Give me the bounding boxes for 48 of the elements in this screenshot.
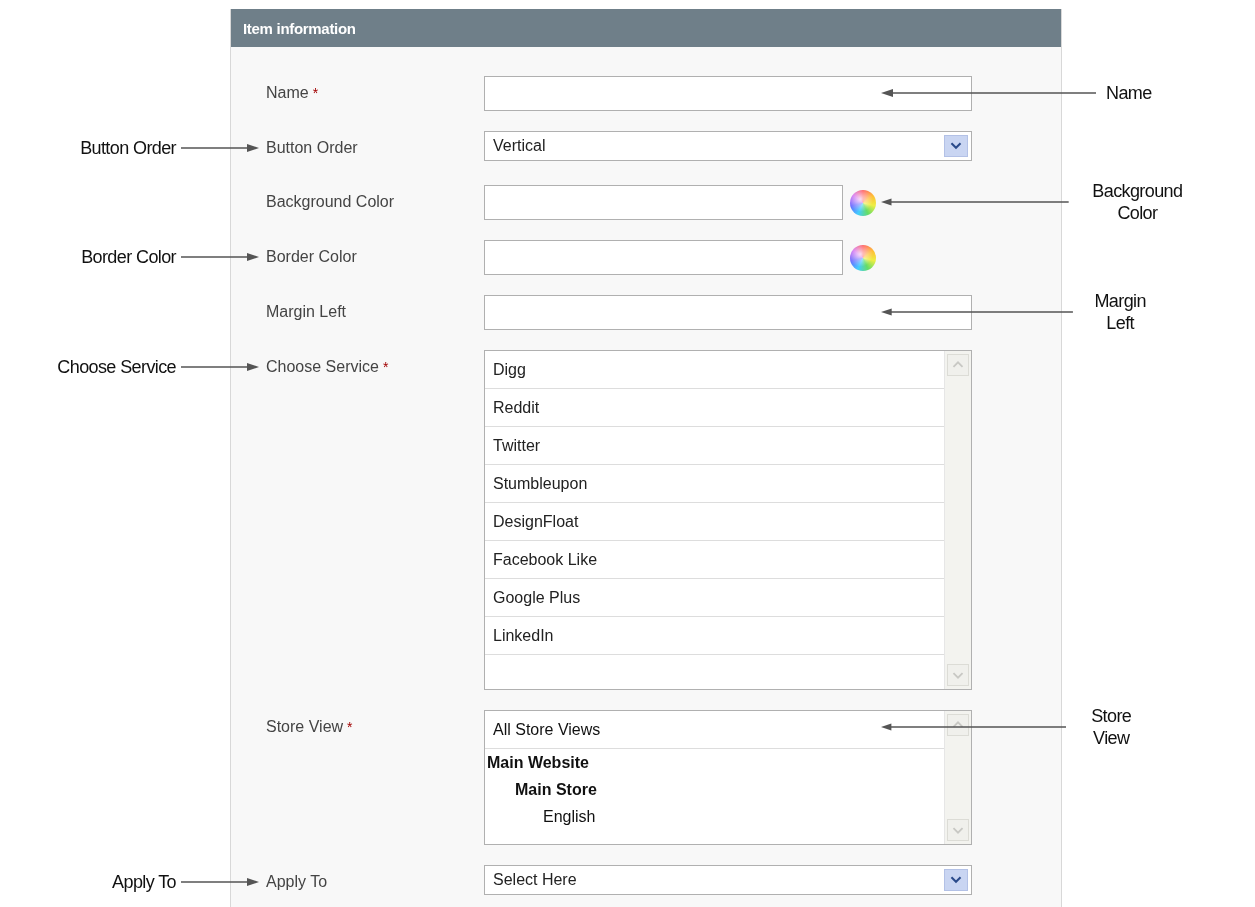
color-field[interactable] (484, 185, 843, 220)
color-field[interactable] (484, 240, 843, 275)
dropdown-caret-icon[interactable] (944, 869, 968, 891)
field-label: Margin Left (266, 302, 348, 322)
multiselect-list[interactable]: All Store Views Main Website Main Store English (484, 710, 972, 845)
option-group-label[interactable]: Main Website (485, 749, 944, 776)
list-option[interactable]: Facebook Like (485, 541, 944, 579)
multiselect-list[interactable]: Digg Reddit Twitter Stumbleupon DesignFloat Facebook Like Google Plus LinkedIn (484, 350, 972, 690)
option-group-label[interactable]: Main Store (485, 776, 944, 803)
text-field[interactable] (484, 76, 972, 111)
scroll-up-icon[interactable] (947, 714, 969, 736)
color-wheel-icon[interactable] (850, 189, 876, 216)
required-mark: * (382, 359, 389, 375)
list-option[interactable]: Google Plus (485, 579, 944, 617)
color-wheel-icon[interactable] (850, 244, 876, 271)
field-label: Name * (266, 83, 320, 103)
callout-label: Border Color (81, 246, 176, 268)
field-label: Button Order (266, 138, 359, 158)
panel-header: Item information (231, 9, 1061, 47)
field-label: Border Color (266, 247, 358, 267)
list-option[interactable]: Digg (485, 351, 944, 389)
list-option[interactable]: Reddit (485, 389, 944, 427)
callout-label: Name (1106, 82, 1152, 104)
callout-label: Choose Service (57, 356, 176, 378)
callout-label: Button Order (80, 137, 176, 159)
callout-label: Background Color (1091, 180, 1184, 224)
list-option[interactable]: LinkedIn (485, 617, 944, 655)
field-label: Background Color (266, 192, 396, 212)
scroll-down-icon[interactable] (947, 664, 969, 686)
callout-label: Apply To (112, 871, 176, 893)
callout-label: Store View (1090, 705, 1133, 749)
list-option[interactable]: DesignFloat (485, 503, 944, 541)
dropdown-select[interactable]: Vertical (484, 131, 972, 161)
list-option[interactable]: Stumbleupon (485, 465, 944, 503)
field-label: Choose Service * (266, 357, 390, 377)
list-option[interactable]: Twitter (485, 427, 944, 465)
list-option[interactable]: English (485, 803, 944, 830)
dropdown-caret-icon[interactable] (944, 135, 968, 157)
scrollbar[interactable] (944, 351, 971, 689)
text-field[interactable] (484, 295, 972, 330)
callout-label: Margin Left (1093, 290, 1147, 334)
field-label: Store View * (266, 717, 354, 737)
dropdown-select[interactable]: Select Here (484, 865, 972, 895)
scroll-down-icon[interactable] (947, 819, 969, 841)
required-mark: * (347, 719, 353, 735)
scrollbar[interactable] (944, 711, 971, 844)
required-mark: * (312, 85, 319, 101)
field-label: Apply To (266, 872, 329, 892)
